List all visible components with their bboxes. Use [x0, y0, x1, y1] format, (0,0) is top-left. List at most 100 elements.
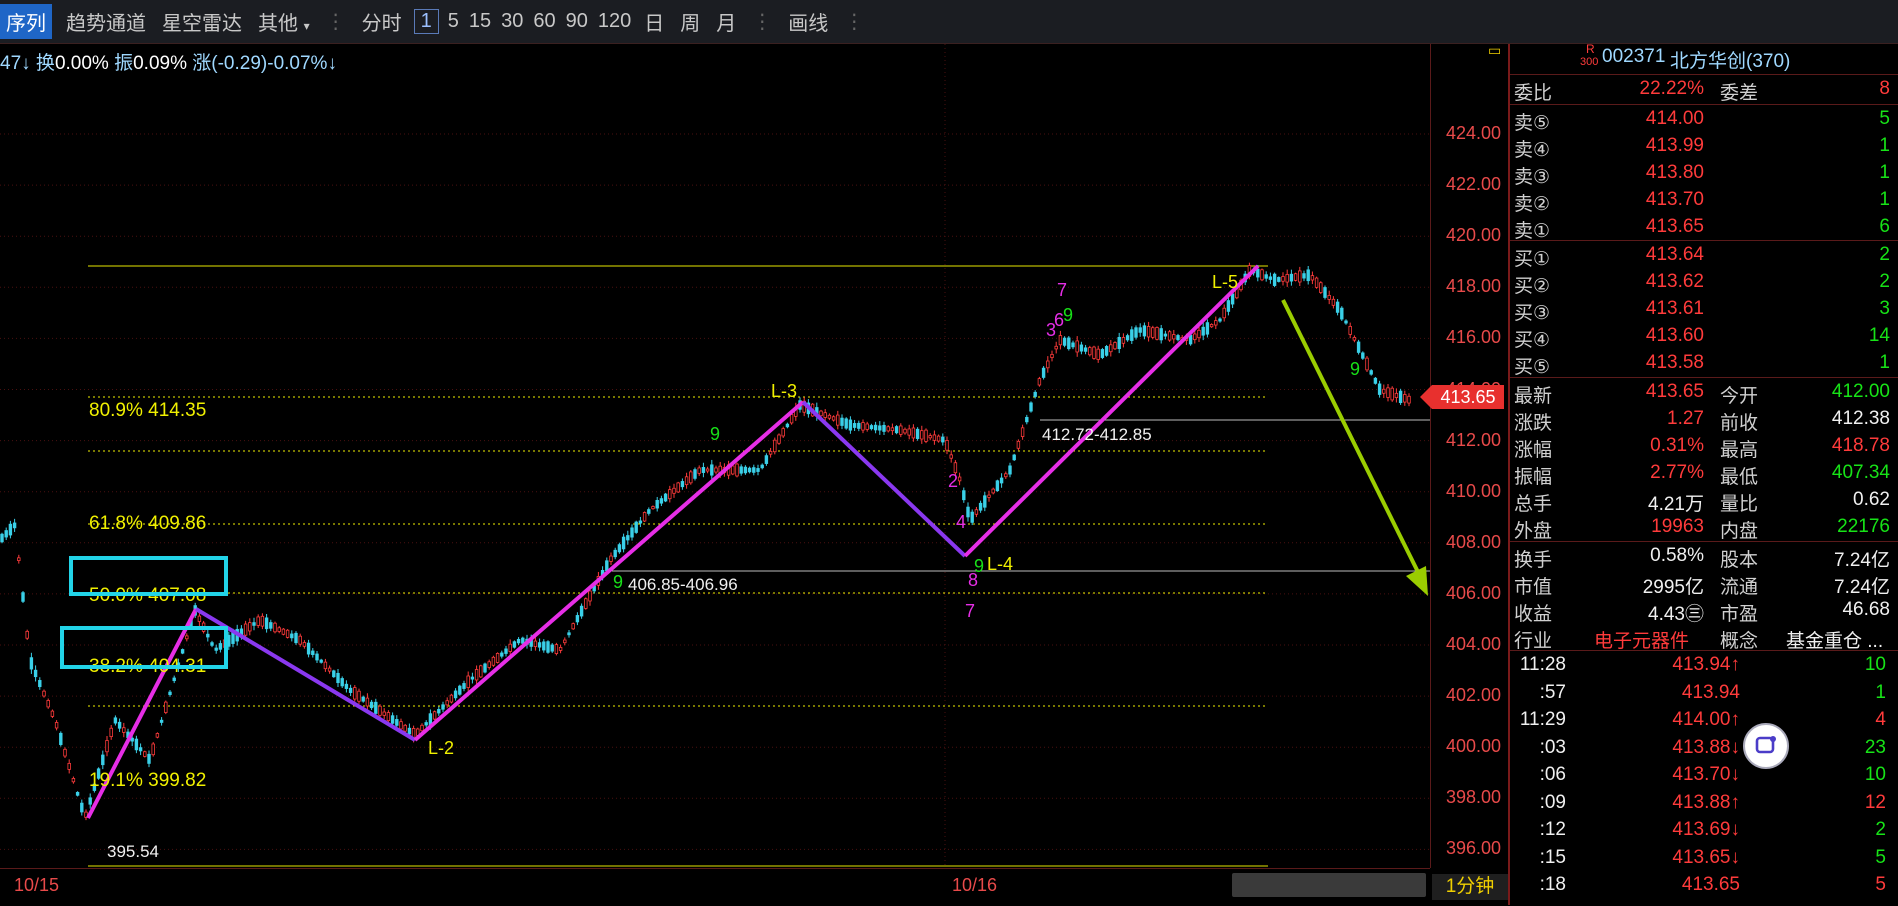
candle-body — [571, 623, 575, 630]
candle-body — [903, 428, 907, 434]
ai-assistant-button[interactable] — [1743, 723, 1789, 769]
bid-row[interactable]: 买④ 413.60 14 — [1510, 323, 1898, 351]
candle-body — [731, 465, 735, 475]
candle-body — [474, 669, 479, 681]
period-indicator[interactable]: 1分钟 — [1432, 874, 1508, 900]
chevron-down-icon: ▾ — [303, 19, 310, 33]
candle-body — [1209, 324, 1214, 328]
candle-body — [441, 704, 445, 710]
tick-price: 413.94 — [1681, 681, 1740, 703]
tick-volume: 2 — [1875, 819, 1886, 840]
more-icon[interactable]: ⋮ — [318, 9, 354, 34]
bid-price: 413.62 — [1645, 271, 1704, 292]
chart-scrollbar[interactable] — [1232, 873, 1426, 897]
candle-body — [1260, 269, 1264, 281]
period-120min[interactable]: 120 — [593, 10, 636, 33]
candle-body — [1050, 354, 1054, 358]
candle-body — [1323, 287, 1327, 298]
td-count: 6 — [1054, 310, 1064, 330]
bid-row[interactable]: 买① 413.64 2 — [1510, 242, 1898, 270]
stat-row: 收益 4.43㊂ 市盈 46.68 — [1510, 597, 1898, 625]
divider — [1510, 377, 1898, 378]
candle-body — [122, 727, 126, 733]
wave-label: L-3 — [771, 381, 797, 401]
panel-toggle-icon[interactable]: ▭ — [1488, 42, 1501, 59]
stat-value: 413.65 — [1645, 381, 1704, 402]
candle-body — [663, 493, 668, 502]
candle-body — [8, 523, 13, 536]
more-icon[interactable]: ⋮ — [836, 9, 872, 34]
candle-body — [218, 643, 223, 650]
menu-other[interactable]: 其他 ▾ — [250, 7, 318, 36]
ask-volume: 1 — [1879, 162, 1890, 183]
ask-row[interactable]: 卖⑤ 414.00 5 — [1510, 106, 1898, 134]
tick-time: :03 — [1539, 736, 1566, 758]
candle-body — [882, 424, 886, 432]
price-note: 406.85-406.96 — [628, 575, 738, 594]
ask-price: 413.99 — [1645, 135, 1704, 156]
candle-body — [1037, 378, 1042, 386]
bid-volume: 3 — [1879, 298, 1890, 319]
candle-body — [1188, 334, 1193, 345]
ask-row[interactable]: 卖④ 413.99 1 — [1510, 133, 1898, 161]
td-count: 2 — [948, 471, 958, 491]
candle-body — [231, 632, 235, 644]
period-day[interactable]: 日 — [636, 7, 672, 36]
ask-row[interactable]: 卖② 413.70 1 — [1510, 187, 1898, 215]
candle-body — [647, 509, 651, 514]
candle-body — [626, 535, 630, 541]
candle-body — [1373, 377, 1378, 384]
candle-body — [836, 414, 840, 426]
candle-body — [462, 683, 466, 689]
period-90min[interactable]: 90 — [561, 10, 593, 33]
candle-body — [1403, 394, 1407, 403]
candle-body — [542, 641, 546, 651]
ask-row[interactable]: 卖① 413.65 6 — [1510, 214, 1898, 242]
candle-body — [143, 751, 147, 757]
candle-body — [701, 467, 706, 473]
td-count: 7 — [1057, 280, 1067, 300]
candle-body — [676, 482, 680, 493]
candle-body — [1079, 344, 1084, 352]
candle-body — [827, 414, 832, 419]
tab-trend-channel[interactable]: 趋势通道 — [58, 7, 154, 36]
candle-body — [63, 748, 67, 757]
candle-body — [995, 480, 1000, 492]
candle-body — [764, 455, 769, 464]
bid-row[interactable]: 买③ 413.61 3 — [1510, 296, 1898, 324]
tab-sequence[interactable]: 序列 — [0, 4, 52, 39]
period-30min[interactable]: 30 — [496, 10, 528, 33]
period-week[interactable]: 周 — [672, 7, 708, 36]
ask-level-label: 卖② — [1514, 194, 1551, 215]
candle-body — [1130, 329, 1134, 341]
stat-label: 量比 — [1720, 494, 1759, 515]
concept-value[interactable]: 基金重仓 ... — [1786, 626, 1883, 653]
bid-row[interactable]: 买② 413.62 2 — [1510, 269, 1898, 297]
candle-body — [1222, 307, 1226, 319]
candle-body — [659, 498, 664, 504]
period-intraday[interactable]: 分时 — [354, 7, 410, 36]
tab-star-radar[interactable]: 星空雷达 — [154, 7, 250, 36]
industry-value[interactable]: 电子元器件 — [1594, 626, 1689, 653]
period-month[interactable]: 月 — [708, 7, 744, 36]
candle-body — [752, 467, 756, 473]
candle-body — [445, 700, 449, 706]
period-1min[interactable]: 1 — [413, 9, 439, 34]
period-5min[interactable]: 5 — [443, 10, 464, 33]
candle-body — [630, 527, 634, 538]
candle-body — [168, 691, 172, 695]
ask-row[interactable]: 卖③ 413.80 1 — [1510, 160, 1898, 188]
bid-row[interactable]: 买⑤ 413.58 1 — [1510, 350, 1898, 378]
period-60min[interactable]: 60 — [528, 10, 560, 33]
divider — [1510, 104, 1898, 105]
more-icon[interactable]: ⋮ — [744, 9, 780, 34]
stat-value: 2.77% — [1650, 462, 1704, 483]
candle-body — [365, 697, 370, 707]
draw-lines-button[interactable]: 画线 — [780, 7, 836, 36]
candle-body — [491, 656, 496, 666]
candle-body — [1230, 293, 1235, 305]
period-15min[interactable]: 15 — [464, 10, 496, 33]
candle-body — [1289, 273, 1294, 282]
kline-chart[interactable]: 80.9% 414.3561.8% 409.8650.0% 407.0838.2… — [0, 44, 1430, 868]
stat-row: 总手 4.21万 量比 0.62 — [1510, 487, 1898, 515]
